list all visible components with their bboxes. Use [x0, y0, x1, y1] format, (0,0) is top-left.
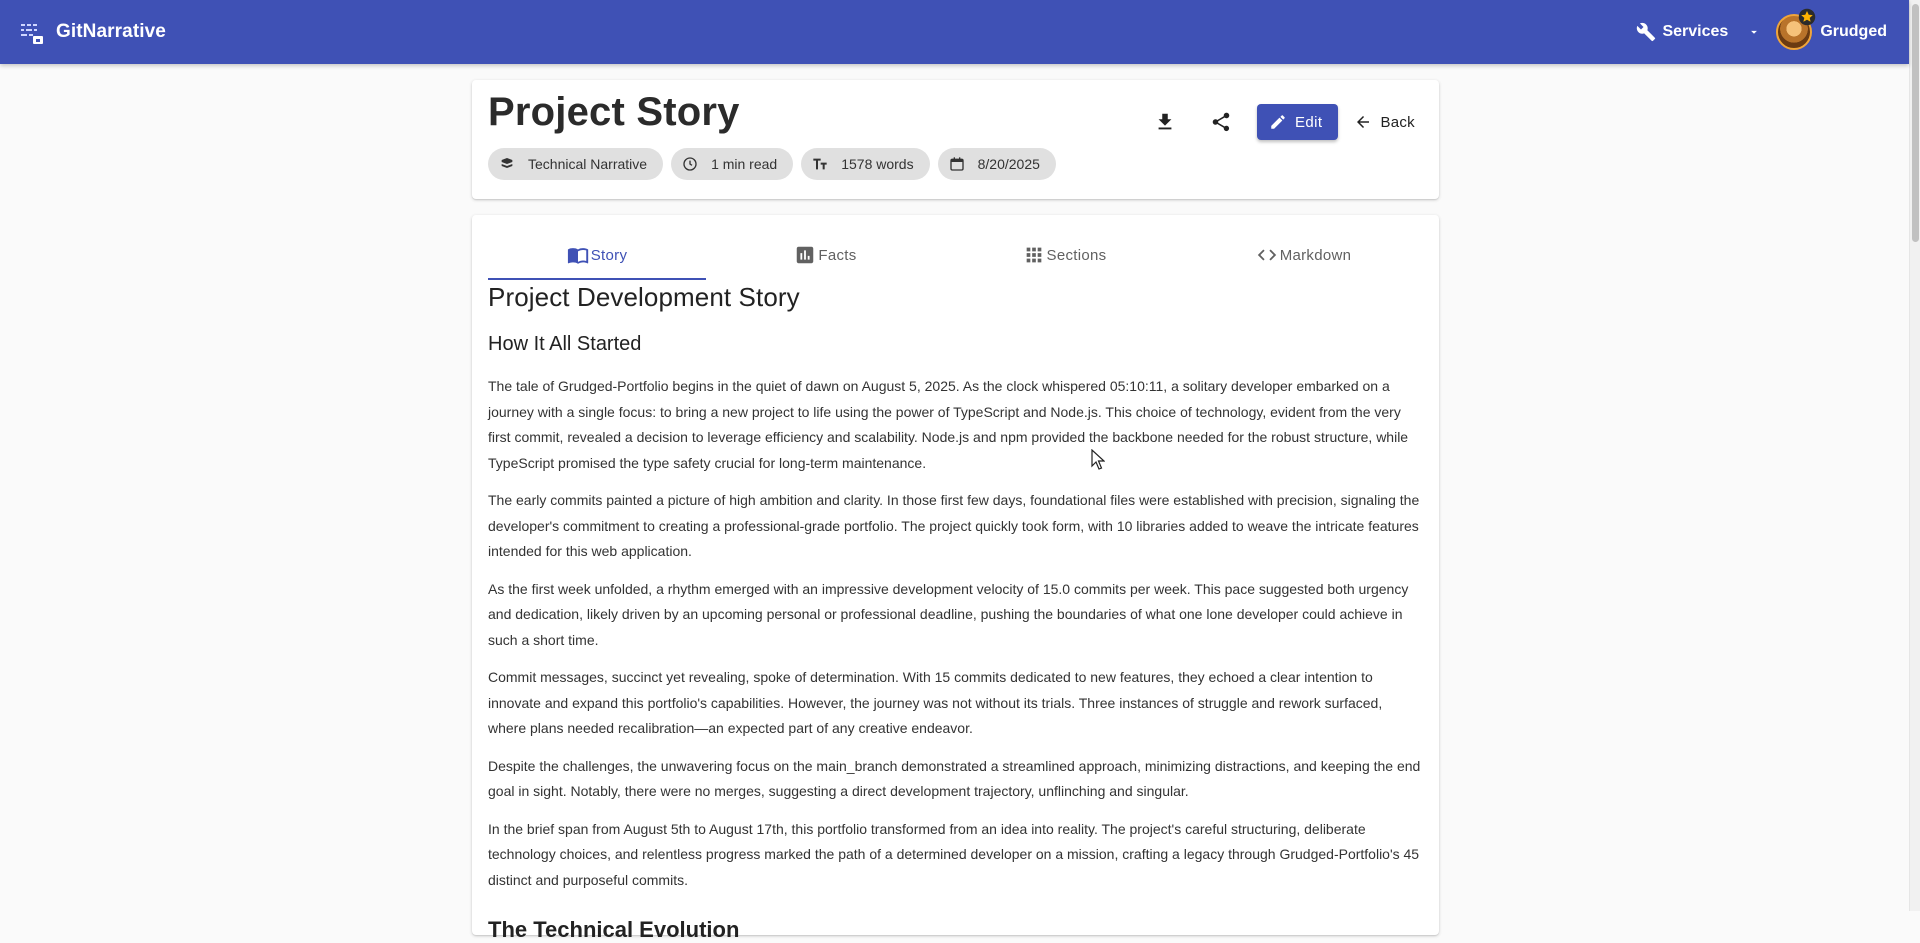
page-scrollbar[interactable] [1909, 0, 1920, 911]
page-title: Project Story [488, 90, 740, 134]
story-paragraph: The early commits painted a picture of h… [488, 492, 1420, 559]
tab-story[interactable]: Story [488, 231, 706, 280]
chip-label: 8/20/2025 [977, 156, 1040, 172]
tab-label: Markdown [1279, 246, 1352, 264]
tab-markdown[interactable]: Markdown [1184, 231, 1423, 279]
grid-icon [1026, 247, 1041, 263]
app-name: GitNarrative [56, 21, 166, 42]
story-actions: Edit Back [1145, 102, 1419, 142]
chip-label: 1578 words [841, 156, 914, 172]
story-title: Project Development Story [488, 282, 800, 312]
account-menu-toggle[interactable] [1742, 20, 1766, 44]
calendar-icon [948, 155, 966, 173]
back-label: Back [1380, 113, 1415, 131]
next-section-heading: The Technical Evolution [488, 917, 740, 942]
story-paragraph: The tale of Grudged-Portfolio begins in … [488, 378, 1409, 471]
chip-label: 1 min read [711, 156, 778, 172]
star-badge-icon [1799, 8, 1816, 26]
services-label: Services [1662, 23, 1729, 40]
share-icon [1212, 112, 1230, 132]
download-icon [1158, 113, 1172, 130]
story-paragraph: Despite the challenges, the unwavering f… [488, 757, 1421, 800]
text-size-icon [811, 155, 829, 173]
story-content-card: Story Facts Sections Markdown Project De… [472, 215, 1439, 942]
app-bar: GitNarrative Services Grudged [0, 0, 1909, 64]
clock-icon [681, 155, 699, 173]
chip-date: 8/20/2025 [937, 148, 1056, 180]
book-open-icon [567, 248, 588, 264]
view-tabs: Story Facts Sections Markdown [488, 231, 1423, 280]
user-menu-button[interactable]: Grudged [1776, 8, 1887, 50]
tab-label: Story [590, 246, 628, 264]
code-icon [1257, 249, 1276, 261]
section-heading: How It All Started [488, 333, 642, 355]
story-paragraph: As the first week unfolded, a rhythm eme… [488, 580, 1409, 648]
story-paragraph: In the brief span from August 5th to Aug… [488, 820, 1420, 888]
chip-story-type: Technical Narrative [488, 148, 664, 180]
chip-label: Technical Narrative [528, 156, 648, 172]
back-button[interactable]: Back [1338, 104, 1419, 140]
user-name: Grudged [1820, 23, 1887, 40]
tab-facts[interactable]: Facts [706, 231, 945, 279]
tab-label: Facts [818, 246, 857, 264]
tab-label: Sections [1046, 246, 1107, 264]
scrollbar-thumb[interactable] [1912, 4, 1919, 242]
story-body: Project Development Story How It All Sta… [488, 279, 1423, 943]
wrench-icon [1637, 22, 1656, 42]
arrow-back-icon [1357, 116, 1370, 128]
story-meta-chips: Technical Narrative 1 min read 1578 word… [488, 148, 1056, 180]
book-type-icon [498, 155, 516, 173]
share-button[interactable] [1201, 102, 1241, 142]
download-button[interactable] [1145, 102, 1185, 142]
chip-read-time: 1 min read [671, 148, 794, 180]
mouse-cursor-icon [1091, 449, 1105, 470]
avatar [1776, 8, 1816, 50]
edit-label: Edit [1294, 113, 1323, 131]
tab-sections[interactable]: Sections [945, 231, 1184, 279]
git-timeline-icon [21, 24, 43, 44]
brand-home-link[interactable]: GitNarrative [20, 19, 166, 45]
services-menu-button[interactable]: Services [1636, 22, 1728, 42]
chip-word-count: 1578 words [801, 148, 930, 180]
story-header-card: Project Story Technical Narrative 1 min … [472, 80, 1439, 199]
caret-down-icon [1751, 30, 1758, 34]
edit-button[interactable]: Edit [1256, 104, 1339, 140]
bar-chart-icon [797, 246, 814, 264]
story-paragraph: Commit messages, succinct yet revealing,… [488, 669, 1383, 736]
pencil-icon [1271, 115, 1285, 129]
